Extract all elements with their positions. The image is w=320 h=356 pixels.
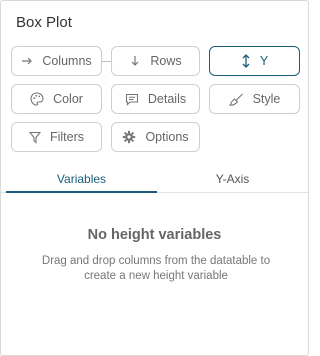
message-icon [125, 93, 139, 106]
rows-button[interactable]: Rows [111, 46, 200, 76]
style-button-label: Style [252, 92, 281, 106]
vertical-resize-icon [241, 54, 251, 68]
y-button-label: Y [259, 54, 269, 68]
panel-title: Box Plot [16, 14, 72, 31]
options-button-label: Options [145, 130, 189, 144]
box-plot-panel: Box Plot Columns Rows Y Color Details St… [0, 0, 309, 356]
rows-button-label: Rows [150, 54, 182, 68]
style-button[interactable]: Style [209, 84, 300, 114]
tab-variables[interactable]: Variables [6, 166, 157, 194]
details-button-label: Details [147, 92, 187, 106]
brush-icon [228, 93, 244, 106]
palette-icon [30, 92, 44, 106]
filters-button[interactable]: Filters [11, 122, 102, 152]
tab-y-axis[interactable]: Y-Axis [157, 166, 308, 194]
details-button[interactable]: Details [111, 84, 200, 114]
arrow-down-icon [129, 55, 141, 67]
empty-state-description: Drag and drop columns from the datatable… [41, 255, 271, 282]
columns-rows-connector [102, 61, 111, 62]
options-button[interactable]: Options [111, 122, 200, 152]
columns-button[interactable]: Columns [11, 46, 102, 76]
active-tab-indicator [6, 191, 157, 193]
filter-icon [28, 131, 41, 144]
empty-state-title: No height variables [87, 227, 222, 243]
arrow-right-icon [21, 55, 33, 67]
gear-icon [122, 130, 136, 144]
y-button[interactable]: Y [209, 46, 300, 76]
columns-button-label: Columns [42, 54, 92, 68]
tab-bar: Variables Y-Axis [1, 166, 308, 196]
color-button-label: Color [53, 92, 83, 106]
color-button[interactable]: Color [11, 84, 102, 114]
filters-button-label: Filters [49, 130, 85, 144]
